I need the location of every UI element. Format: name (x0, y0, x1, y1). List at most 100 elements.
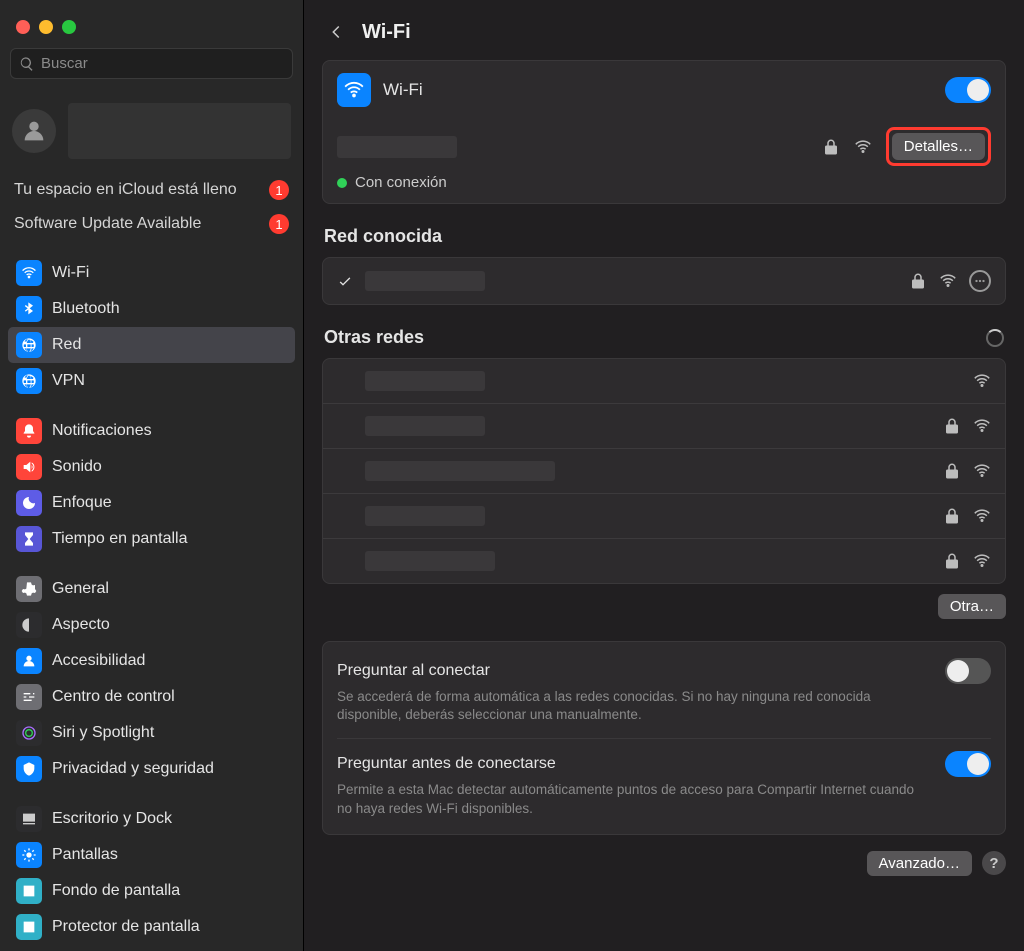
sidebar-alert-0[interactable]: Tu espacio en iCloud está lleno 1 (8, 173, 295, 207)
footer: Avanzado… ? (322, 851, 1006, 876)
sidebar-item-tiempo-en-pantalla[interactable]: Tiempo en pantalla (8, 521, 295, 557)
sidebar-item-siri-y-spotlight[interactable]: Siri y Spotlight (8, 715, 295, 751)
bell-icon (16, 418, 42, 444)
gear-icon (16, 576, 42, 602)
network-name-redacted (365, 371, 485, 391)
wifi-signal-icon (939, 272, 957, 290)
wifi-signal-icon (973, 552, 991, 570)
wifi-signal-icon (854, 138, 872, 156)
maximize-window[interactable] (62, 20, 76, 34)
sidebar-item-sonido[interactable]: Sonido (8, 449, 295, 485)
search-icon (19, 56, 35, 72)
wifi-label: Wi-Fi (383, 80, 933, 100)
sidebar-item-label: Pantallas (52, 846, 118, 864)
wifi-options-panel: Preguntar al conectar Se accederá de for… (322, 641, 1006, 835)
known-network-row[interactable] (323, 258, 1005, 304)
ask-hotspot-title: Preguntar antes de conectarse (337, 755, 556, 773)
details-highlight: Detalles… (886, 127, 991, 166)
search-field[interactable] (10, 48, 293, 79)
other-network-row[interactable] (323, 403, 1005, 448)
sidebar-item-label: Notificaciones (52, 422, 152, 440)
sidebar-item-aspecto[interactable]: Aspecto (8, 607, 295, 643)
sidebar-item-label: Enfoque (52, 494, 112, 512)
ask-hotspot-desc: Permite a esta Mac detectar automáticame… (337, 781, 917, 817)
sidebar-item-label: Aspecto (52, 616, 110, 634)
sidebar-item-label: Fondo de pantalla (52, 882, 180, 900)
wifi-signal-icon (973, 462, 991, 480)
account-name-redacted (68, 103, 291, 159)
lock-icon (909, 272, 927, 290)
lock-icon (943, 507, 961, 525)
sidebar-item-label: Escritorio y Dock (52, 810, 172, 828)
sidebar-item-label: Sonido (52, 458, 102, 476)
lock-icon (943, 552, 961, 570)
sidebar-item-protector-de-pantalla[interactable]: Protector de pantalla (8, 909, 295, 945)
network-name-redacted (365, 271, 485, 291)
minimize-window[interactable] (39, 20, 53, 34)
sun-icon (16, 842, 42, 868)
sidebar-item-red[interactable]: Red (8, 327, 295, 363)
sidebar-item-accesibilidad[interactable]: Accesibilidad (8, 643, 295, 679)
page-title: Wi-Fi (362, 21, 411, 44)
search-input[interactable] (41, 55, 284, 72)
other-network-row[interactable] (323, 538, 1005, 583)
sidebar-item-privacidad-y-seguridad[interactable]: Privacidad y seguridad (8, 751, 295, 787)
lock-icon (822, 138, 840, 156)
sidebar-item-label: Privacidad y seguridad (52, 760, 214, 778)
ask-to-join-toggle[interactable] (945, 658, 991, 684)
other-network-button[interactable]: Otra… (938, 594, 1006, 619)
hand-icon (16, 756, 42, 782)
network-more-button[interactable] (969, 270, 991, 292)
wifi-toggle[interactable] (945, 77, 991, 103)
details-button[interactable]: Detalles… (892, 133, 985, 160)
connected-network-name-redacted (337, 136, 457, 158)
sidebar-item-notificaciones[interactable]: Notificaciones (8, 413, 295, 449)
sidebar-item-escritorio-y-dock[interactable]: Escritorio y Dock (8, 801, 295, 837)
sidebar-item-label: Centro de control (52, 688, 175, 706)
globe-icon (16, 332, 42, 358)
sound-icon (16, 454, 42, 480)
sidebar-item-centro-de-control[interactable]: Centro de control (8, 679, 295, 715)
lock-icon (943, 417, 961, 435)
wifi-main-panel: Wi-Fi Detalles… Con conexión (322, 60, 1006, 204)
content: Wi-Fi Wi-Fi Detalles… Con conexión Red c… (304, 0, 1024, 951)
sidebar-item-label: VPN (52, 372, 85, 390)
back-button[interactable] (322, 18, 350, 46)
scanning-spinner-icon (986, 329, 1004, 347)
other-network-row[interactable] (323, 448, 1005, 493)
sidebar-item-label: Accesibilidad (52, 652, 145, 670)
ask-hotspot-toggle[interactable] (945, 751, 991, 777)
sidebar-alert-1[interactable]: Software Update Available 1 (8, 207, 295, 241)
ask-to-join-title: Preguntar al conectar (337, 662, 490, 680)
sidebar-item-vpn[interactable]: VPN (8, 363, 295, 399)
alert-badge: 1 (269, 214, 289, 234)
wifi-signal-icon (973, 507, 991, 525)
sidebar-item-wi-fi[interactable]: Wi-Fi (8, 255, 295, 291)
wifi-app-icon (337, 73, 371, 107)
close-window[interactable] (16, 20, 30, 34)
sidebar-item-pantallas[interactable]: Pantallas (8, 837, 295, 873)
wifi-signal-icon (973, 372, 991, 390)
ask-to-join-desc: Se accederá de forma automática a las re… (337, 688, 917, 724)
sidebar-item-label: General (52, 580, 109, 598)
sidebar-item-general[interactable]: General (8, 571, 295, 607)
sidebar-item-label: Tiempo en pantalla (52, 530, 188, 548)
alert-text: Software Update Available (14, 215, 201, 233)
sidebar-item-bluetooth[interactable]: Bluetooth (8, 291, 295, 327)
advanced-button[interactable]: Avanzado… (867, 851, 972, 876)
account-row[interactable] (8, 97, 295, 173)
window-controls (8, 8, 295, 48)
network-name-redacted (365, 461, 555, 481)
alert-text: Tu espacio en iCloud está lleno (14, 181, 237, 199)
sidebar-item-label: Wi-Fi (52, 264, 89, 282)
other-network-row[interactable] (323, 359, 1005, 403)
person-icon (16, 648, 42, 674)
sidebar-item-fondo-de-pantalla[interactable]: Fondo de pantalla (8, 873, 295, 909)
sidebar-item-enfoque[interactable]: Enfoque (8, 485, 295, 521)
help-button[interactable]: ? (982, 851, 1006, 875)
globe-icon (16, 368, 42, 394)
wifi-icon (16, 260, 42, 286)
connection-status: Con conexión (355, 174, 447, 191)
other-network-row[interactable] (323, 493, 1005, 538)
network-name-redacted (365, 416, 485, 436)
